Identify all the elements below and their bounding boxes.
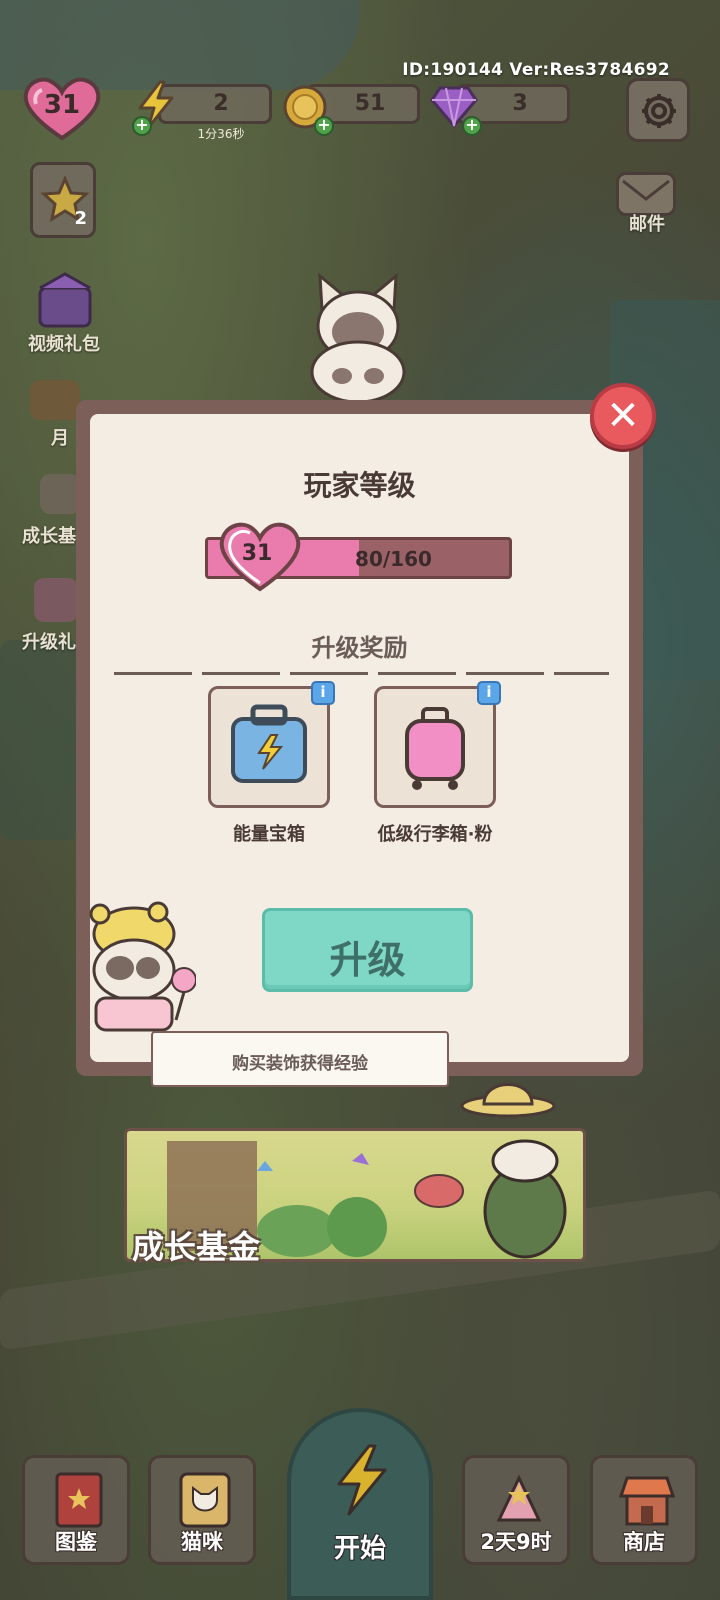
nav-handbook-label: 图鉴 bbox=[55, 1530, 97, 1554]
video-gift-button[interactable] bbox=[30, 270, 100, 330]
task-board-button[interactable]: 2 bbox=[30, 162, 96, 238]
experience-tip-text: 购买装饰获得经验 bbox=[232, 1054, 368, 1074]
monthly-card-label: 月 bbox=[51, 428, 69, 449]
player-level-heart[interactable]: 31 bbox=[22, 76, 102, 142]
nav-handbook-button[interactable]: 图鉴 bbox=[22, 1455, 130, 1565]
monthly-card-button[interactable] bbox=[30, 380, 80, 420]
levelup-gift-side-button[interactable] bbox=[34, 578, 78, 622]
reward-info-button[interactable]: i bbox=[311, 681, 335, 705]
dialog-level-heart: 31 bbox=[218, 521, 302, 593]
close-icon: ✕ bbox=[606, 393, 640, 439]
upgrade-button-label: 升级 bbox=[329, 938, 406, 982]
video-gift-label: 视频礼包 bbox=[28, 334, 100, 355]
add-coins-button[interactable]: + bbox=[314, 116, 334, 136]
nav-shop-label: 商店 bbox=[623, 1530, 665, 1554]
cat-face-icon bbox=[179, 1472, 231, 1528]
gift-box-icon bbox=[38, 272, 92, 328]
growth-fund-side-button[interactable] bbox=[40, 474, 80, 514]
mail-label: 邮件 bbox=[629, 214, 665, 235]
book-icon bbox=[55, 1472, 103, 1528]
envelope-icon bbox=[622, 179, 670, 201]
player-id-version: ID:190144 Ver:Res3784692 bbox=[402, 60, 670, 80]
close-dialog-button[interactable]: ✕ bbox=[590, 383, 656, 449]
nav-cats-button[interactable]: 猫咪 bbox=[148, 1455, 256, 1565]
reward-info-button[interactable]: i bbox=[477, 681, 501, 705]
experience-tip: 购买装饰获得经验 bbox=[151, 1031, 449, 1087]
nav-start-button[interactable]: 开始 bbox=[287, 1408, 433, 1600]
nav-start-label: 开始 bbox=[333, 1534, 386, 1564]
add-energy-button[interactable]: + bbox=[132, 116, 152, 136]
pink-suitcase-icon bbox=[405, 707, 465, 790]
player-level-value: 31 bbox=[43, 90, 81, 120]
energy-chest-icon bbox=[231, 704, 307, 783]
reward-energy-chest[interactable]: i bbox=[208, 681, 335, 808]
upgrade-button[interactable]: 升级 bbox=[262, 908, 473, 992]
rewards-section-title: 升级奖励 bbox=[311, 634, 408, 662]
yellow-hat-cat bbox=[89, 901, 196, 1032]
add-gems-button[interactable]: + bbox=[462, 116, 482, 136]
lightning-icon bbox=[337, 1444, 387, 1516]
gear-icon bbox=[642, 94, 676, 128]
levelup-gift-side-label: 升级礼 bbox=[22, 632, 76, 653]
reward-label-pink-suitcase: 低级行李箱·粉 bbox=[377, 824, 493, 845]
siamese-cat-mascot bbox=[310, 272, 406, 400]
section-divider bbox=[114, 672, 609, 675]
settings-button[interactable] bbox=[626, 78, 690, 142]
straw-hat-icon bbox=[460, 1083, 556, 1118]
event-banner-icon bbox=[496, 1474, 542, 1522]
nav-shop-button[interactable]: 商店 bbox=[590, 1455, 698, 1565]
house bbox=[0, 640, 80, 840]
nav-event-button[interactable]: 2天9时 bbox=[462, 1455, 570, 1565]
task-badge-count: 2 bbox=[74, 208, 87, 229]
nav-cats-label: 猫咪 bbox=[181, 1530, 223, 1554]
shop-icon bbox=[618, 1476, 676, 1526]
dialog-title: 玩家等级 bbox=[303, 469, 416, 502]
reward-pink-suitcase[interactable]: i bbox=[374, 681, 501, 808]
growth-fund-side-label: 成长基 bbox=[22, 526, 76, 547]
dialog-level-value: 31 bbox=[241, 541, 273, 566]
growth-fund-title: 成长基金 bbox=[132, 1228, 261, 1266]
nav-event-timer: 2天9时 bbox=[480, 1530, 552, 1554]
